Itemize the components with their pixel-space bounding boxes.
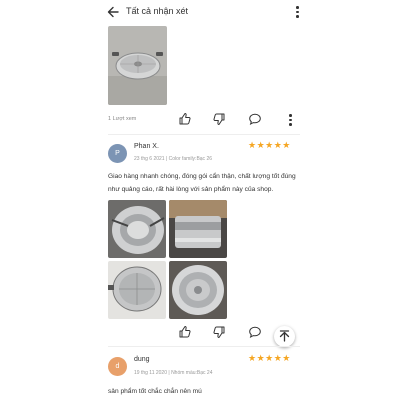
- page-title: Tất cả nhận xét: [126, 6, 189, 16]
- review-photo[interactable]: [169, 261, 227, 319]
- star-rating: ★★★★★: [248, 140, 291, 150]
- scroll-top-icon: [279, 330, 290, 342]
- reviewer-name: dung: [134, 356, 150, 363]
- review-meta: 23 thg 6 2021 | Color family:Bạc 26: [134, 156, 213, 162]
- review-text: sản phẩm tốt chắc chắn nên mú: [108, 388, 202, 395]
- view-count: 1 Lượt xem: [108, 116, 137, 122]
- more-vert-icon[interactable]: [294, 5, 300, 19]
- thumb-down-icon[interactable]: [212, 325, 226, 339]
- reviews-screen: Tất cả nhận xét 1 Lượt xem P Phan X. 23 …: [98, 0, 310, 407]
- divider: [108, 134, 300, 135]
- review-photo[interactable]: [108, 261, 166, 319]
- more-vert-icon[interactable]: [287, 113, 293, 127]
- review-meta: 19 thg 11 2020 | Nhóm màu:Bạc 24: [134, 370, 213, 376]
- review-photo[interactable]: [169, 200, 227, 258]
- top-bar: Tất cả nhận xét: [98, 0, 310, 24]
- back-arrow-icon[interactable]: [105, 4, 121, 20]
- avatar: P: [108, 144, 127, 163]
- divider: [108, 346, 300, 347]
- thumb-up-icon[interactable]: [178, 112, 192, 126]
- thumb-down-icon[interactable]: [212, 112, 226, 126]
- scroll-top-button[interactable]: [274, 326, 295, 347]
- comment-icon[interactable]: [248, 325, 262, 339]
- thumb-up-icon[interactable]: [178, 325, 192, 339]
- avatar: d: [108, 357, 127, 376]
- reviewer-name: Phan X.: [134, 143, 159, 150]
- review-photo[interactable]: [108, 200, 166, 258]
- star-rating: ★★★★★: [248, 353, 291, 363]
- comment-icon[interactable]: [248, 112, 262, 126]
- review-text: Giao hàng nhanh chóng, đóng gói cẩn thận…: [108, 173, 296, 193]
- review-photo[interactable]: [108, 26, 167, 105]
